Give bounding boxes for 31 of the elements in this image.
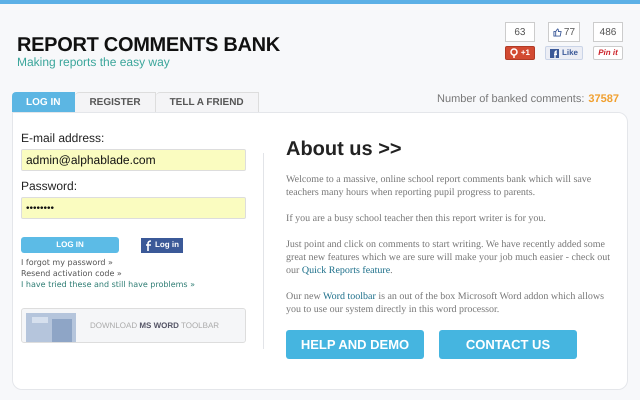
about-paragraph: If you are a busy school teacher then this report writer is for you. [286,212,547,225]
facebook-login-button[interactable]: Log in [141,238,183,252]
email-field[interactable]: admin@alphablade.com [21,149,246,171]
site-tagline: Making reports the easy way [17,56,171,69]
share-count-value: 486 [600,26,616,40]
tab[interactable]: TELL A FRIEND [156,92,259,112]
password-field[interactable]: •••••••• [21,197,246,219]
text-link[interactable]: Word toolbar [323,291,376,302]
text-link[interactable]: Quick Reports feature [302,265,390,276]
field-label: E-mail address: [21,131,106,145]
field-label: Password: [21,179,78,193]
about-paragraph: Welcome to a massive, online school report comments bank which will save teachers many hours when reporting pupil progress to parents. [286,173,592,199]
facebook-icon [550,48,559,58]
counter-label: Number of banked comments: [437,92,584,106]
help-link[interactable]: Resend activation code » [21,268,255,279]
about-paragraph: Our new Word toolbar is an out of the box Microsoft Word addon which allows you to use our system directly in this word processor. [286,290,605,316]
help-link[interactable]: I forgot my password » [21,257,255,268]
share-button[interactable]: Like [544,46,583,60]
about-heading: About us >> [286,137,403,161]
site-title: REPORT COMMENTS BANK [17,34,280,56]
download-toolbar-button[interactable]: DOWNLOAD MS WORD TOOLBAR [21,308,246,343]
tab[interactable]: REGISTER [75,92,156,112]
thumbs-up-icon [552,28,562,36]
help-link[interactable]: I have tried these and still have problems » [21,279,255,290]
facebook-icon [145,240,152,250]
about-paragraph: Just point and click on comments to start writing. We have recently added some great new features which we are sure will make your job much easier - check out our Quick Reports feature. [286,238,612,277]
share-count-value: 77 [564,26,576,40]
share-button[interactable]: Pin it [593,46,623,60]
share-count-value: 63 [514,26,526,40]
counter-value: 37587 [588,92,619,106]
share-button[interactable]: +1 [504,46,535,60]
